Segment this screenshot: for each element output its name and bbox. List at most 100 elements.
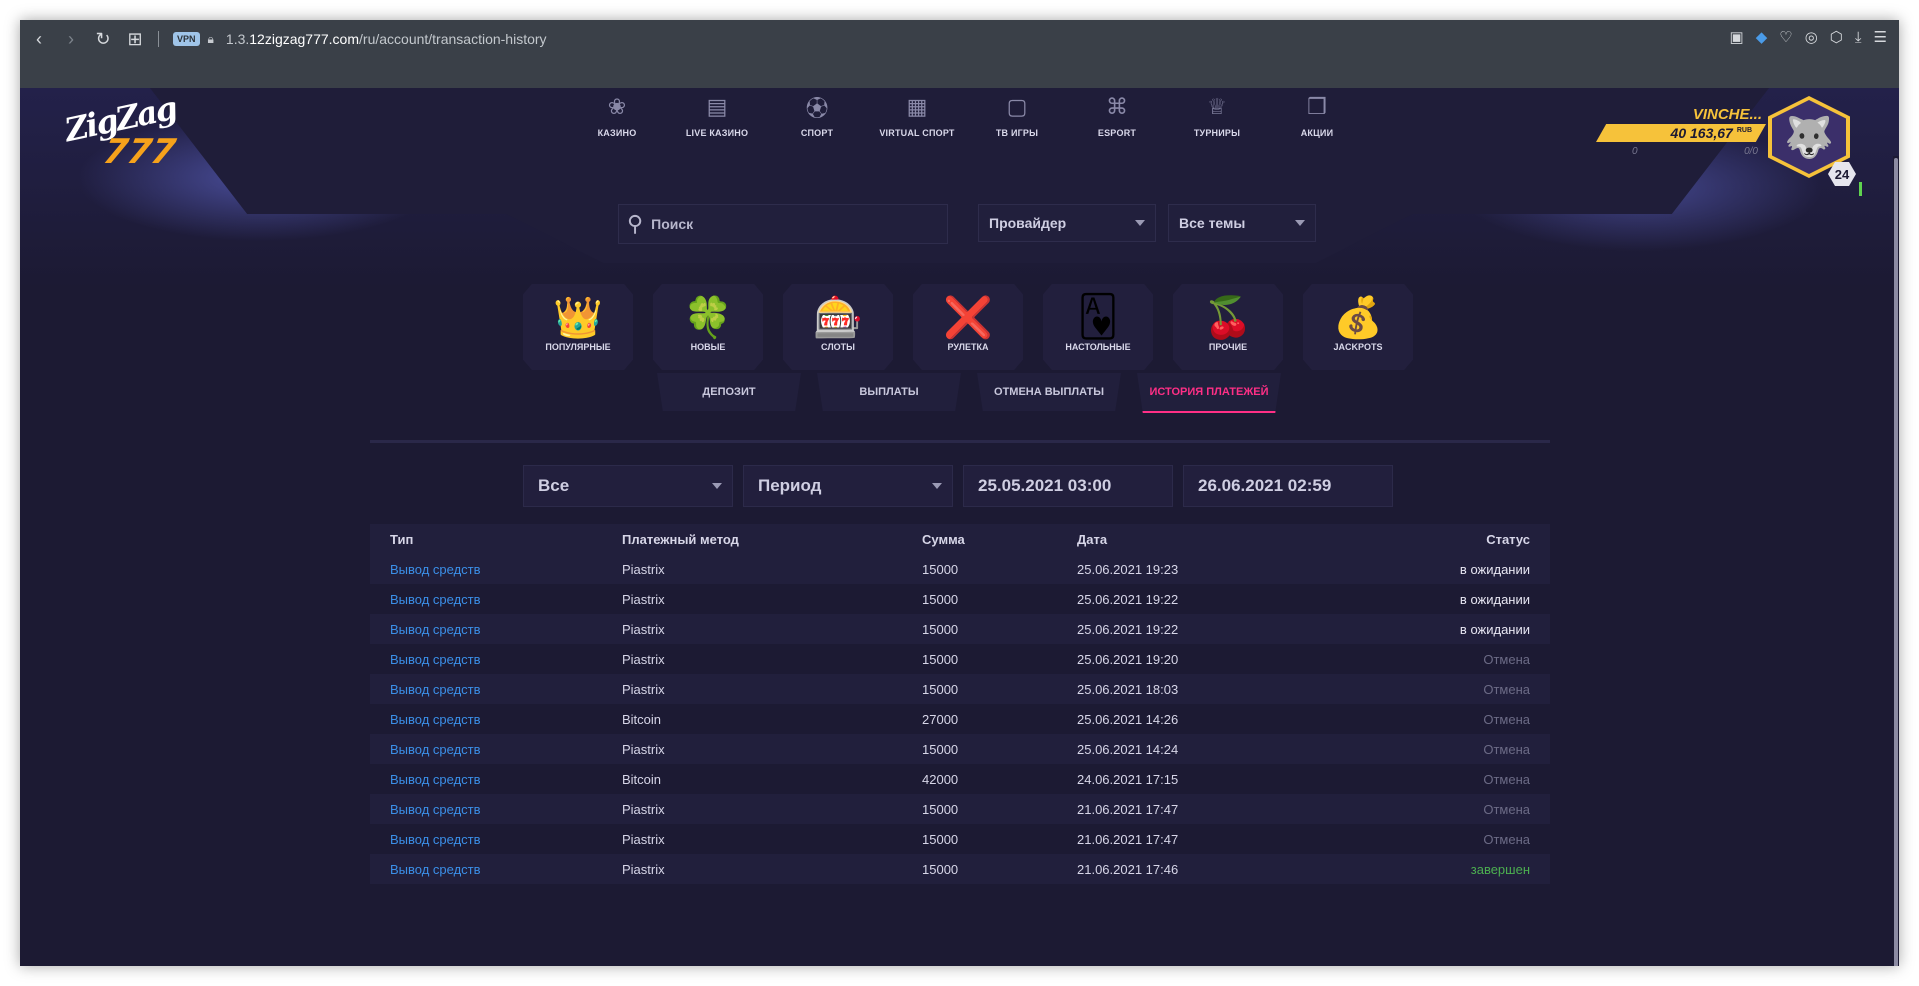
status: Отмена <box>1483 681 1530 697</box>
transaction-type-link[interactable]: Вывод средств <box>370 862 622 877</box>
search-input[interactable] <box>649 215 904 233</box>
date: 25.06.2021 19:22 <box>1077 621 1179 637</box>
tab-payment-history[interactable]: ИСТОРИЯ ПЛАТЕЖЕЙ <box>1137 373 1281 413</box>
transaction-type-link[interactable]: Вывод средств <box>370 712 622 727</box>
status: Отмена <box>1483 711 1530 727</box>
trophy-icon: ♕ <box>1207 94 1227 119</box>
extension-icon[interactable]: ◎ <box>1805 28 1818 46</box>
shield-icon[interactable]: ◆ <box>1756 28 1768 46</box>
nav-label: СПОРТ <box>800 128 834 138</box>
status: в ожидании <box>1459 591 1530 607</box>
transaction-type-link[interactable]: Вывод средств <box>370 742 622 757</box>
chevron-down-icon <box>1295 220 1305 226</box>
category-label: РУЛЕТКА <box>947 342 989 352</box>
nav-item-promotions[interactable]: ❒ АКЦИИ <box>1267 94 1367 152</box>
virtual-sport-icon: ▦ <box>906 94 928 119</box>
camera-icon[interactable]: ▣ <box>1730 28 1744 46</box>
date: 21.06.2021 17:46 <box>1077 861 1179 877</box>
browser-extensions: ▣ ◆ ♡ ◎ ⬡ ⤓ ☰ <box>1730 28 1887 47</box>
date: 25.06.2021 19:22 <box>1077 591 1179 607</box>
category-label: JACKPOTS <box>1333 342 1383 352</box>
search-box[interactable]: ⚲ <box>618 204 948 244</box>
site-logo[interactable]: ZigZag 777 <box>61 89 184 176</box>
nav-item-casino[interactable]: ❀ КАЗИНО <box>567 94 667 152</box>
period-filter-value: Период <box>758 476 822 495</box>
nav-item-virtual-sport[interactable]: ▦ VIRTUAL СПОРТ <box>867 94 967 152</box>
transaction-type-link[interactable]: Вывод средств <box>370 652 622 667</box>
date: 24.06.2021 17:15 <box>1077 771 1179 787</box>
table-row: Вывод средств Piastrix 15000 21.06.2021 17:… <box>370 794 1550 824</box>
nav-label: КАЗИНО <box>597 128 637 138</box>
card-icon: 🂱 <box>1077 295 1119 339</box>
transaction-type-link[interactable]: Вывод средств <box>370 592 622 607</box>
reload-icon[interactable]: ↻ <box>90 26 116 52</box>
date: 21.06.2021 17:47 <box>1077 831 1179 847</box>
tabs-grid-icon[interactable]: ⊞ <box>122 26 148 52</box>
category-label: СЛОТЫ <box>821 342 855 352</box>
tab-cancel-withdrawal[interactable]: ОТМЕНА ВЫПЛАТЫ <box>977 373 1121 411</box>
transaction-type-link[interactable]: Вывод средств <box>370 802 622 817</box>
payment-method: Bitcoin <box>622 711 662 727</box>
transaction-type-link[interactable]: Вывод средств <box>370 772 622 787</box>
nav-item-esport[interactable]: ⌘ ESPORT <box>1067 94 1167 152</box>
vpn-badge[interactable]: VPN <box>173 32 200 46</box>
url-host: 12zigzag777.com <box>249 31 360 47</box>
site-page: ZigZag 777 ❀ КАЗИНО ▤ LIVE КАЗИНО ⚽︎ СПОРТ … <box>20 88 1899 966</box>
url-prefix: 1.3. <box>225 31 250 47</box>
address-bar[interactable]: 1.3.12zigzag777.com/ru/account/transacti… <box>226 31 547 47</box>
soccer-ball-icon: ⚽︎ <box>805 96 828 121</box>
forward-icon[interactable]: › <box>58 26 84 52</box>
category-slots[interactable]: 🎰 СЛОТЫ <box>783 284 893 370</box>
date-to-field[interactable]: 26.06.2021 02:59 <box>1183 465 1393 507</box>
nav-label: LIVE КАЗИНО <box>685 128 749 138</box>
tv-icon: ▢ <box>1006 94 1028 119</box>
status: Отмена <box>1483 771 1530 787</box>
category-new[interactable]: 🍀 НОВЫЕ <box>653 284 763 370</box>
nav-item-tv-games[interactable]: ▢ ТВ ИГРЫ <box>967 94 1067 152</box>
table-row: Вывод средств Piastrix 15000 25.06.2021 19:… <box>370 614 1550 644</box>
period-filter[interactable]: Период <box>743 465 953 507</box>
menu-icon[interactable]: ☰ <box>1874 28 1887 46</box>
amount: 15000 <box>922 591 959 607</box>
transaction-type-link[interactable]: Вывод средств <box>370 832 622 847</box>
heart-icon[interactable]: ♡ <box>1779 28 1792 46</box>
payment-method: Bitcoin <box>622 771 662 787</box>
nav-item-tournaments[interactable]: ♕ ТУРНИРЫ <box>1167 94 1267 152</box>
tab-withdrawals[interactable]: ВЫПЛАТЫ <box>817 373 961 411</box>
nav-item-live-casino[interactable]: ▤ LIVE КАЗИНО <box>667 94 767 152</box>
balance-bar: 40 163,67 RUB <box>1596 124 1766 142</box>
status: Отмена <box>1483 741 1530 757</box>
nav-label: VIRTUAL СПОРТ <box>879 128 955 138</box>
tab-deposit[interactable]: ДЕПОЗИТ <box>657 373 801 411</box>
category-roulette[interactable]: ❌ РУЛЕТКА <box>913 284 1023 370</box>
user-profile[interactable]: VINCHE... 40 163,67 RUB 0 0/0 🐺 24 <box>1596 96 1862 196</box>
cube-icon[interactable]: ⬡ <box>1830 28 1843 46</box>
amount: 15000 <box>922 621 959 637</box>
browser-window: ‹ › ↻ ⊞ VPN 🔒︎ 1.3.12zigzag777.com/ru/ac… <box>20 20 1899 966</box>
status: Отмена <box>1483 831 1530 847</box>
category-jackpots[interactable]: 💰 JACKPOTS <box>1303 284 1413 370</box>
category-other[interactable]: 🍒 ПРОЧИЕ <box>1173 284 1283 370</box>
amount: 15000 <box>922 741 959 757</box>
themes-dropdown[interactable]: Все темы <box>1168 204 1316 242</box>
back-icon[interactable]: ‹ <box>26 26 52 52</box>
chevron-down-icon <box>932 483 942 489</box>
transaction-type-link[interactable]: Вывод средств <box>370 562 622 577</box>
page-scrollbar[interactable] <box>1893 156 1899 966</box>
transaction-type-link[interactable]: Вывод средств <box>370 622 622 637</box>
type-filter[interactable]: Все <box>523 465 733 507</box>
lock-icon[interactable]: 🔒︎ <box>208 32 214 47</box>
date: 25.06.2021 19:20 <box>1077 651 1179 667</box>
status: в ожидании <box>1459 621 1530 637</box>
scrollbar-thumb[interactable] <box>1894 158 1898 966</box>
provider-dropdown[interactable]: Провайдер <box>978 204 1156 242</box>
category-popular[interactable]: 👑 ПОПУЛЯРНЫЕ <box>523 284 633 370</box>
category-table[interactable]: 🂱 НАСТОЛЬНЫЕ <box>1043 284 1153 370</box>
date-from-field[interactable]: 25.05.2021 03:00 <box>963 465 1173 507</box>
bonus-ratio: 0/0 <box>1744 146 1758 157</box>
status: завершен <box>1470 861 1530 877</box>
nav-item-sport[interactable]: ⚽︎ СПОРТ <box>767 94 867 152</box>
download-icon[interactable]: ⤓ <box>1855 29 1862 46</box>
roulette-wheel-icon: ❀ <box>607 94 627 119</box>
transaction-type-link[interactable]: Вывод средств <box>370 682 622 697</box>
